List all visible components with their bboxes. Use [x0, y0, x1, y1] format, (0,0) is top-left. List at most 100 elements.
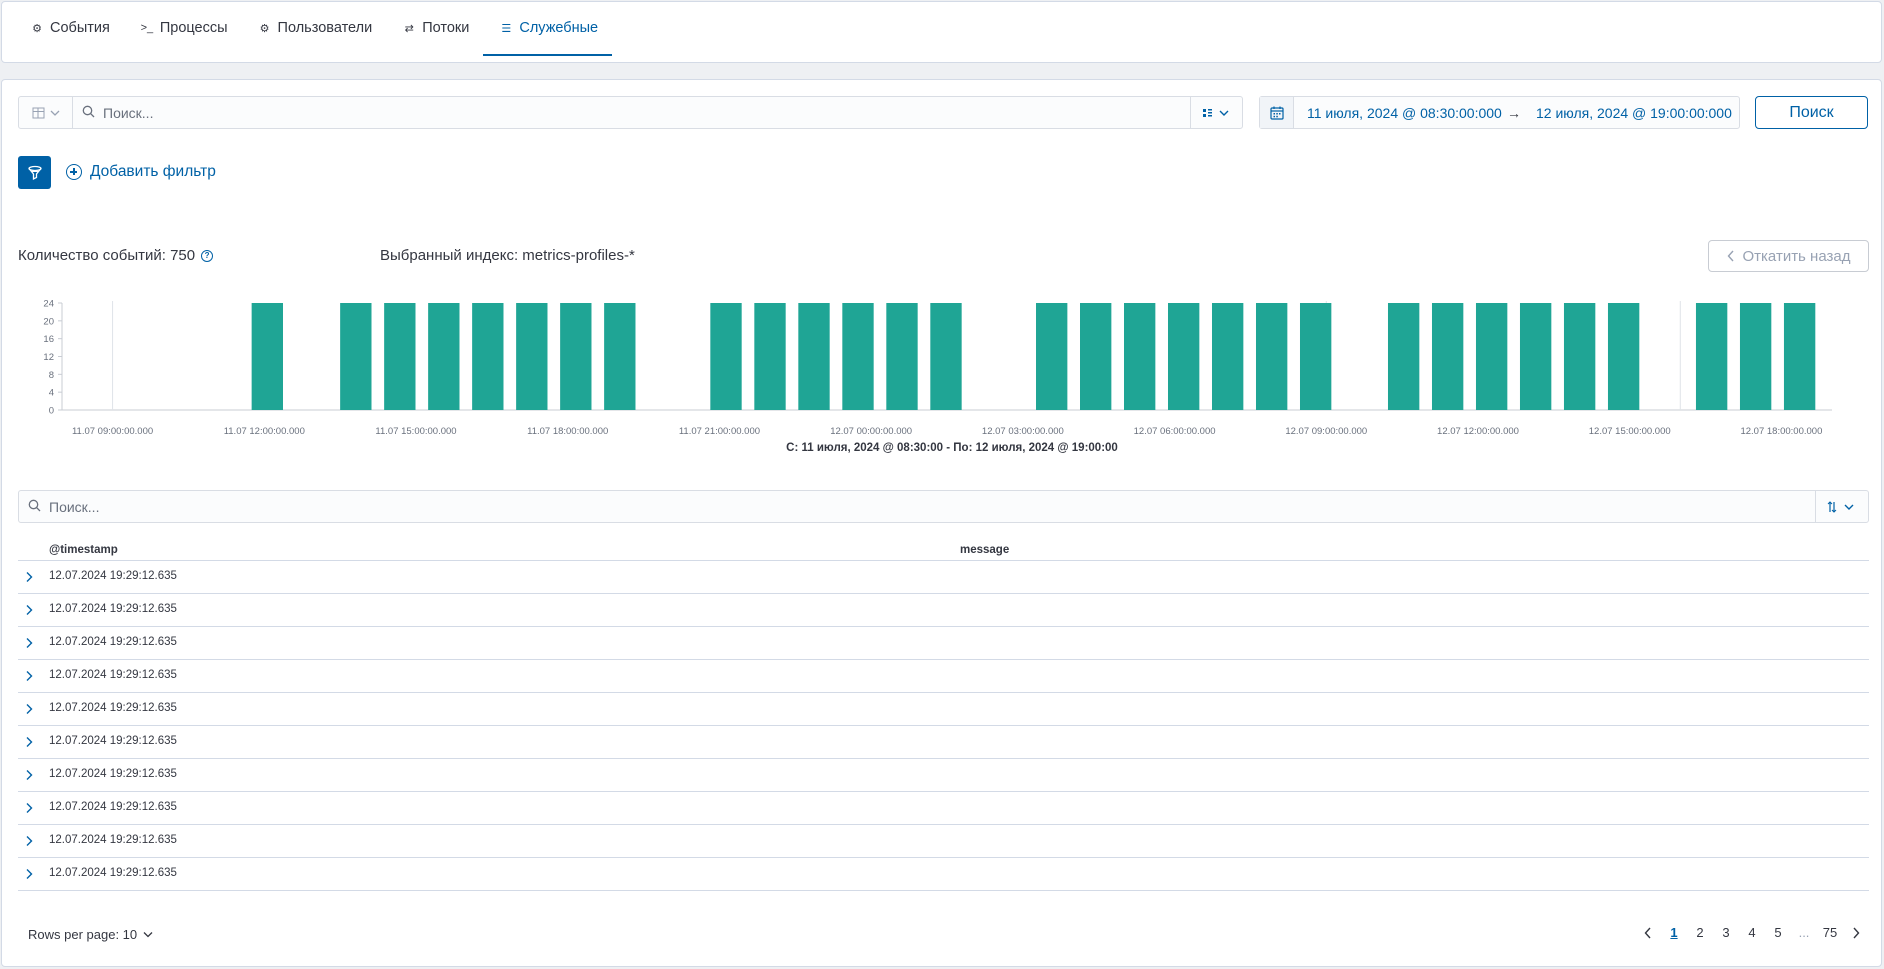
tab-flows[interactable]: ⇄ Потоки [386, 2, 483, 56]
start-date[interactable]: 11 июля, 2024 @ 08:30:00:000 [1294, 105, 1502, 121]
expand-row-icon[interactable] [23, 604, 35, 616]
filter-icon [27, 165, 42, 180]
histogram-bar [1036, 303, 1068, 410]
chevron-right-icon [1853, 927, 1860, 938]
table-row[interactable]: 12.07.2024 19:29:12.635 [18, 792, 1869, 825]
y-tick-label: 24 [43, 299, 54, 310]
next-page-button[interactable] [1843, 927, 1869, 939]
page-3-button[interactable]: 3 [1713, 925, 1739, 940]
tab-label: События [50, 20, 110, 36]
x-tick-label: 12.07 12:00:00.000 [1437, 426, 1519, 437]
timestamp-cell: 12.07.2024 19:29:12.635 [49, 735, 177, 747]
expand-row-icon[interactable] [23, 703, 35, 715]
calendar-icon [1269, 106, 1284, 120]
y-tick-label: 0 [49, 406, 54, 417]
table-row[interactable]: 12.07.2024 19:29:12.635 [18, 693, 1869, 726]
expand-row-icon[interactable] [23, 670, 35, 682]
tab-processes[interactable]: >_ Процессы [124, 2, 242, 56]
expand-row-icon[interactable] [23, 769, 35, 781]
filter-menu-button[interactable] [18, 156, 51, 189]
previous-page-button[interactable] [1635, 927, 1661, 939]
table-row[interactable]: 12.07.2024 19:29:12.635 [18, 858, 1869, 891]
page-4-button[interactable]: 4 [1739, 925, 1765, 940]
table-row[interactable]: 12.07.2024 19:29:12.635 [18, 825, 1869, 858]
timestamp-cell: 12.07.2024 19:29:12.635 [49, 768, 177, 780]
query-options-button[interactable] [1190, 97, 1242, 128]
expand-row-icon[interactable] [23, 736, 35, 748]
users-icon: ⚙ [259, 22, 270, 35]
add-filter-label: Добавить фильтр [90, 163, 216, 180]
expand-row-icon[interactable] [23, 571, 35, 583]
tab-label: Процессы [159, 20, 228, 36]
table-row[interactable]: 12.07.2024 19:29:12.635 [18, 627, 1869, 660]
x-tick-label: 12.07 03:00:00.000 [982, 426, 1064, 437]
table-options-button[interactable] [1815, 491, 1868, 522]
timestamp-cell: 12.07.2024 19:29:12.635 [49, 636, 177, 648]
histogram-bar [710, 303, 742, 410]
options-icon [1202, 108, 1228, 117]
chevron-left-icon [1644, 927, 1651, 938]
rows-per-page-selector[interactable]: Rows per page: 10 [28, 927, 153, 942]
search-button[interactable]: Поиск [1755, 96, 1868, 129]
table-search-input[interactable] [49, 498, 1815, 515]
terminal-icon: >_ [140, 22, 154, 34]
flows-icon: ⇄ [404, 22, 414, 35]
query-input[interactable] [103, 104, 1190, 121]
expand-row-icon[interactable] [23, 868, 35, 880]
date-range-picker: 11 июля, 2024 @ 08:30:00:000 → 12 июля, … [1259, 96, 1740, 129]
tab-users[interactable]: ⚙ Пользователи [242, 2, 387, 56]
page-2-button[interactable]: 2 [1687, 925, 1713, 940]
x-tick-label: 12.07 00:00:00.000 [830, 426, 912, 437]
table-icon [32, 107, 59, 118]
timestamp-cell: 12.07.2024 19:29:12.635 [49, 570, 177, 582]
histogram-bar [1563, 303, 1596, 410]
tab-events[interactable]: ⚙ События [14, 2, 124, 56]
end-date[interactable]: 12 июля, 2024 @ 19:00:00:000 [1526, 105, 1732, 121]
table-row[interactable]: 12.07.2024 19:29:12.635 [18, 726, 1869, 759]
histogram-bar [1475, 303, 1508, 410]
expand-row-icon[interactable] [23, 835, 35, 847]
rollback-button[interactable]: Откатить назад [1708, 240, 1869, 272]
page-5-button[interactable]: 5 [1765, 925, 1791, 940]
timestamp-cell: 12.07.2024 19:29:12.635 [49, 702, 177, 714]
histogram-bar [516, 303, 548, 410]
histogram-bar [930, 303, 962, 410]
tab-service[interactable]: ☰ Служебные [483, 2, 613, 56]
x-tick-label: 12.07 15:00:00.000 [1589, 426, 1671, 437]
column-header-message[interactable]: message [960, 544, 1009, 556]
histogram-bar [1211, 303, 1244, 410]
expand-row-icon[interactable] [23, 802, 35, 814]
page-1-button[interactable]: 1 [1661, 925, 1687, 940]
histogram-bar [384, 303, 416, 410]
x-tick-label: 12.07 09:00:00.000 [1285, 426, 1367, 437]
table-row[interactable]: 12.07.2024 19:29:12.635 [18, 759, 1869, 792]
search-icon [73, 105, 103, 121]
table-header: @timestamp message [18, 542, 1869, 561]
plus-circle-icon [66, 164, 82, 180]
add-filter-button[interactable]: Добавить фильтр [66, 161, 216, 183]
table-row[interactable]: 12.07.2024 19:29:12.635 [18, 561, 1869, 594]
histogram-bar [604, 303, 636, 410]
histogram-bar [1431, 303, 1464, 410]
histogram-bar [1607, 303, 1640, 410]
page-last-button[interactable]: 75 [1817, 925, 1843, 940]
histogram-bar [842, 303, 874, 410]
x-tick-label: 11.07 12:00:00.000 [224, 426, 305, 437]
histogram-bar [1783, 303, 1816, 410]
histogram-bar [798, 303, 830, 410]
pagination-ellipsis: ... [1798, 925, 1810, 940]
x-tick-label: 12.07 06:00:00.000 [1134, 426, 1216, 437]
main-panel: 11 июля, 2024 @ 08:30:00:000 → 12 июля, … [1, 79, 1882, 967]
chart-range-caption: С: 11 июля, 2024 @ 08:30:00 - По: 12 июл… [786, 442, 1118, 454]
table-row[interactable]: 12.07.2024 19:29:12.635 [18, 594, 1869, 627]
x-tick-label: 11.07 21:00:00.000 [679, 426, 760, 437]
table-row[interactable]: 12.07.2024 19:29:12.635 [18, 660, 1869, 693]
index-selector[interactable] [19, 97, 73, 128]
help-icon[interactable]: ? [201, 249, 214, 262]
rows-per-page-label: Rows per page: 10 [28, 927, 138, 942]
column-header-timestamp[interactable]: @timestamp [49, 544, 118, 556]
expand-row-icon[interactable] [23, 637, 35, 649]
histogram-bar [1387, 303, 1420, 410]
y-tick-label: 12 [43, 352, 54, 363]
calendar-button[interactable] [1260, 97, 1294, 128]
